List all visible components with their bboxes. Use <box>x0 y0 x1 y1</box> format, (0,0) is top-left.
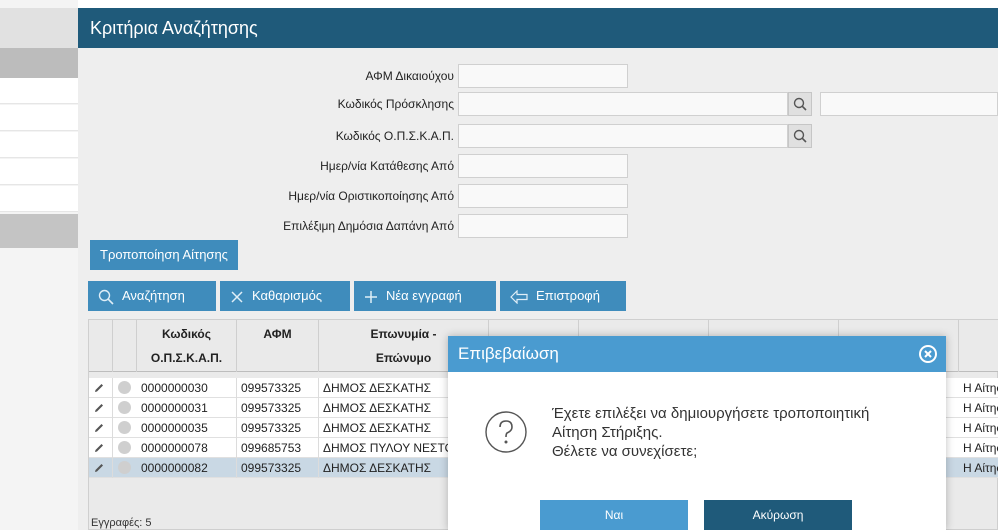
search-icon <box>793 129 807 143</box>
status-dot <box>118 401 131 414</box>
dialog-message-line2: Αίτηση Στήριξης. <box>552 424 663 441</box>
status-text-cell: Η Αίτησ <box>963 421 998 435</box>
ops-code-cell: 0000000031 <box>137 398 237 418</box>
ops-lookup-button[interactable] <box>788 124 812 148</box>
col-afm-label: ΑΦΜ <box>263 327 292 341</box>
finalization-date-row: Ημερ/νία Οριστικοποίησης Από <box>78 184 454 208</box>
afm-cell: 099573325 <box>237 398 319 418</box>
back-button-label: Επιστροφή <box>536 288 600 303</box>
dialog-message-line1: Έχετε επιλέξει να δημιουργήσετε τροποποι… <box>552 405 870 422</box>
cancel-button[interactable]: Ακύρωση <box>704 500 852 530</box>
sidebar-item[interactable] <box>0 159 78 185</box>
dialog-message-line3: Θέλετε να συνεχίσετε; <box>552 443 698 460</box>
afm-cell: 099573325 <box>237 458 319 478</box>
edit-pencil-icon[interactable] <box>93 402 105 414</box>
status-dot <box>118 441 131 454</box>
ops-code-cell: 0000000078 <box>137 438 237 458</box>
back-arrow-icon <box>510 289 528 304</box>
status-dot <box>118 421 131 434</box>
status-text-cell: Η Αίτησ <box>963 461 998 475</box>
status-dot <box>118 381 131 394</box>
new-record-button[interactable]: Νέα εγγραφή <box>354 281 496 311</box>
sidebar-item[interactable] <box>0 186 78 212</box>
panel-title: Κριτήρια Αναζήτησης <box>78 8 998 48</box>
close-circle-icon[interactable] <box>918 344 938 364</box>
status-text-cell: Η Αίτησ <box>963 401 998 415</box>
search-icon <box>793 97 807 111</box>
edit-cell[interactable] <box>89 378 113 398</box>
invitation-code-input[interactable] <box>458 92 788 116</box>
invitation-row: Κωδικός Πρόσκλησης <box>78 92 454 116</box>
clear-button[interactable]: Καθαρισμός <box>220 281 350 311</box>
ops-label: Κωδικός Ο.Π.Σ.Κ.Α.Π. <box>335 129 454 143</box>
eligible-expense-label: Επιλέξιμη Δημόσια Δαπάνη Από <box>283 219 454 233</box>
dialog-body: Έχετε επιλέξει να δημιουργήσετε τροποποι… <box>448 372 946 530</box>
sidebar-item[interactable] <box>0 105 78 131</box>
col-afm[interactable]: ΑΦΜ <box>237 320 319 372</box>
search-icon <box>98 289 114 305</box>
ops-code-cell: 0000000030 <box>137 378 237 398</box>
ops-code-input[interactable] <box>458 124 788 148</box>
close-icon <box>231 291 243 303</box>
status-dot <box>118 461 131 474</box>
afm-cell: 099685753 <box>237 438 319 458</box>
edit-pencil-icon[interactable] <box>93 442 105 454</box>
left-sidebar <box>0 0 78 530</box>
col-ops-line2: Ο.Π.Σ.Κ.Α.Π. <box>150 351 223 365</box>
finalization-date-label: Ημερ/νία Οριστικοποίησης Από <box>288 189 454 203</box>
edit-cell[interactable] <box>89 438 113 458</box>
invitation-label: Κωδικός Πρόσκλησης <box>337 97 454 111</box>
eligible-expense-input[interactable] <box>458 214 628 238</box>
col-status <box>113 320 137 372</box>
col-edit <box>89 320 113 372</box>
invitation-description-field <box>820 92 998 116</box>
yes-button[interactable]: Ναι <box>540 500 688 530</box>
status-text-cell: Η Αίτησ <box>963 441 998 455</box>
modify-application-button[interactable]: Τροποποίηση Αίτησης <box>90 240 238 270</box>
status-text-cell: Η Αίτησ <box>963 381 998 395</box>
sidebar-section-active[interactable] <box>0 48 78 78</box>
col-ops-code[interactable]: Κωδικός Ο.Π.Σ.Κ.Α.Π. <box>137 320 237 372</box>
finalization-date-input[interactable] <box>458 184 628 208</box>
back-button[interactable]: Επιστροφή <box>500 281 626 311</box>
edit-pencil-icon[interactable] <box>93 422 105 434</box>
col-status-text[interactable] <box>959 320 998 372</box>
eligible-expense-row: Επιλέξιμη Δημόσια Δαπάνη Από <box>78 214 454 238</box>
dialog-title: Επιβεβαίωση <box>458 344 559 363</box>
edit-pencil-icon[interactable] <box>93 462 105 474</box>
records-count: Εγγραφές: 5 <box>91 517 152 529</box>
edit-cell[interactable] <box>89 418 113 438</box>
afm-cell: 099573325 <box>237 418 319 438</box>
afm-row: ΑΦΜ Δικαιούχου <box>78 64 455 88</box>
submission-date-label: Ημερ/νία Κατάθεσης Από <box>320 159 454 173</box>
sidebar-item[interactable] <box>0 78 78 104</box>
afm-input[interactable] <box>458 64 628 88</box>
col-ops-line1: Κωδικός <box>161 327 211 341</box>
edit-cell[interactable] <box>89 398 113 418</box>
search-button-label: Αναζήτηση <box>122 288 185 303</box>
clear-button-label: Καθαρισμός <box>252 288 323 303</box>
new-record-button-label: Νέα εγγραφή <box>386 288 462 303</box>
dialog-message: Έχετε επιλέξει να δημιουργήσετε τροποποι… <box>552 404 942 461</box>
afm-cell: 099573325 <box>237 378 319 398</box>
confirmation-dialog: Επιβεβαίωση Έχετε επιλέξει να δημιουργήσ… <box>448 336 946 530</box>
ops-code-cell: 0000000035 <box>137 418 237 438</box>
question-icon <box>485 411 527 453</box>
sidebar-section[interactable] <box>0 214 78 248</box>
dialog-header: Επιβεβαίωση <box>448 336 946 372</box>
ops-code-cell: 0000000082 <box>137 458 237 478</box>
submission-date-row: Ημερ/νία Κατάθεσης Από <box>78 154 454 178</box>
edit-pencil-icon[interactable] <box>93 382 105 394</box>
ops-row: Κωδικός Ο.Π.Σ.Κ.Α.Π. <box>78 124 454 148</box>
sidebar-item[interactable] <box>0 132 78 158</box>
plus-icon <box>365 290 377 303</box>
edit-cell[interactable] <box>89 458 113 478</box>
afm-label: ΑΦΜ Δικαιούχου <box>365 69 455 83</box>
search-button[interactable]: Αναζήτηση <box>88 281 216 311</box>
invitation-lookup-button[interactable] <box>788 92 812 116</box>
submission-date-input[interactable] <box>458 154 628 178</box>
sidebar-header-block <box>0 8 78 48</box>
